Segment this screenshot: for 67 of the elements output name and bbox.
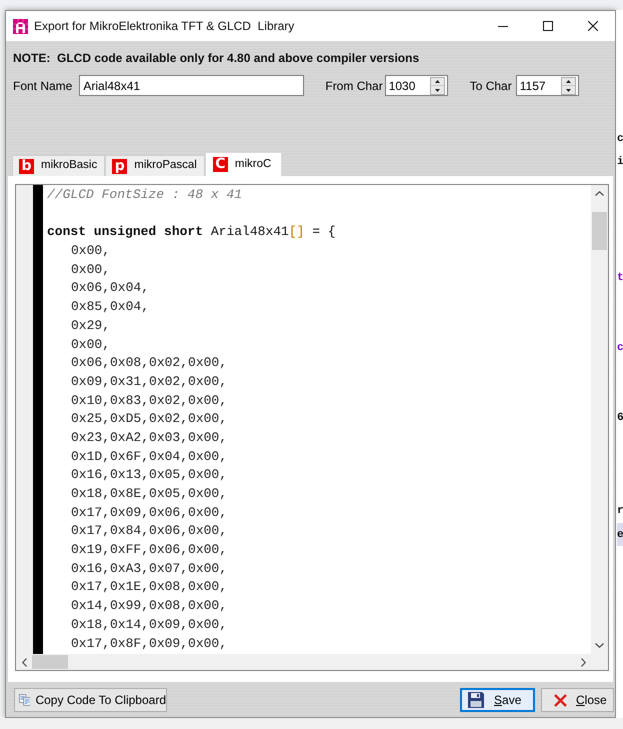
close-icon (554, 694, 567, 706)
spin-up-button[interactable] (562, 78, 575, 86)
app-logo-icon (13, 18, 28, 34)
from-char-label: From Char (325, 78, 383, 94)
close-icon (588, 21, 598, 31)
code-line: 0x09,0x31,0x02,0x00, (71, 372, 228, 391)
code-line: 0x19,0xFF,0x06,0x00, (71, 541, 228, 560)
language-tab[interactable]: C mikroC (204, 152, 282, 176)
code-line: 0x17,0x09,0x06,0x00, (71, 504, 228, 522)
window-title: Export for MikroElektronika TFT & GLCD Library (34, 18, 294, 35)
editor-code-fragment: c (617, 132, 623, 146)
editor-code-fragment: 6 (617, 411, 623, 426)
code-line: 0x00, (71, 336, 110, 354)
to-char-label: To Char (470, 78, 512, 94)
caret-up-icon (434, 80, 440, 83)
letter-icon: C (212, 157, 228, 172)
code-line: 0x14,0x99,0x08,0x00, (71, 597, 228, 616)
scroll-right-icon[interactable] (580, 658, 586, 666)
scroll-left-icon[interactable] (22, 658, 26, 666)
caret-down-icon (566, 88, 571, 92)
code-line: 0x29, (71, 316, 110, 335)
code-line: 0x1D,0x6F,0x04,0x00, (71, 448, 228, 466)
editor-code-fragment: c (617, 341, 623, 356)
close-button[interactable]: Close (541, 688, 614, 712)
letter-icon: b (19, 158, 34, 174)
spin-up-button[interactable] (430, 78, 444, 86)
code-line: 0x00, (71, 242, 110, 260)
caret-down-icon (434, 88, 440, 92)
editor-code-fragment: e (617, 528, 623, 542)
code-line: 0x00, (71, 260, 110, 279)
scroll-up-icon[interactable] (595, 191, 604, 196)
copy-icon (19, 692, 30, 708)
scrollbar-thumb[interactable] (592, 212, 607, 250)
code-line: 0x18,0x8E,0x05,0x00, (71, 485, 228, 503)
spin-down-button[interactable] (430, 86, 444, 94)
copy-code-button[interactable]: Copy Code To Clipboard (14, 688, 167, 712)
scroll-down-icon[interactable] (595, 643, 604, 648)
code-line: 0x06,0x08,0x02,0x00, (71, 354, 228, 372)
language-tab[interactable]: p mikroPascal (105, 155, 205, 176)
note-text: NOTE: GLCD code available only for 4.80 and above compiler versions (13, 50, 420, 66)
code-line: 0x25,0xD5,0x02,0x00, (71, 410, 228, 428)
font-name-label: Font Name (13, 78, 72, 94)
editor-code-fragment: r (617, 504, 623, 518)
editor-code-fragment: t (617, 271, 623, 286)
editor-code-fragment: i (617, 154, 623, 169)
code-line: 0x23,0xA2,0x03,0x00, (71, 428, 228, 447)
scrollbar-thumb[interactable] (32, 655, 68, 669)
letter-icon: p (112, 158, 128, 174)
language-tab[interactable]: b mikroBasic (12, 155, 106, 176)
code-line: 0x10,0x83,0x02,0x00, (71, 392, 228, 410)
spin-down-button[interactable] (562, 86, 575, 94)
save-button[interactable]: Save (460, 688, 535, 712)
horizontal-scrollbar[interactable] (16, 654, 591, 670)
code-line: 0x06,0x04, (71, 279, 150, 298)
caret-up-icon (566, 80, 571, 83)
code-line: 0x16,0x13,0x05,0x00, (71, 466, 228, 484)
font-name-field[interactable]: Arial48x41 (79, 75, 304, 96)
code-comment: //GLCD FontSize : 48 x 41 (47, 186, 242, 204)
maximize-icon (542, 21, 552, 31)
code-line: const unsigned short Arial48x41[] = { (47, 223, 336, 242)
code-line: 0x17,0x8F,0x09,0x00, (71, 634, 228, 652)
code-line: 0x16,0xA3,0x07,0x00, (71, 560, 228, 578)
code-line: 0x85,0x04, (71, 298, 150, 316)
code-line: 0x17,0x84,0x06,0x00, (71, 522, 228, 540)
code-line: 0x18,0x14,0x09,0x00, (71, 616, 228, 634)
vertical-scrollbar[interactable] (591, 185, 608, 654)
code-line: 0x17,0x1E,0x08,0x00, (71, 578, 228, 596)
